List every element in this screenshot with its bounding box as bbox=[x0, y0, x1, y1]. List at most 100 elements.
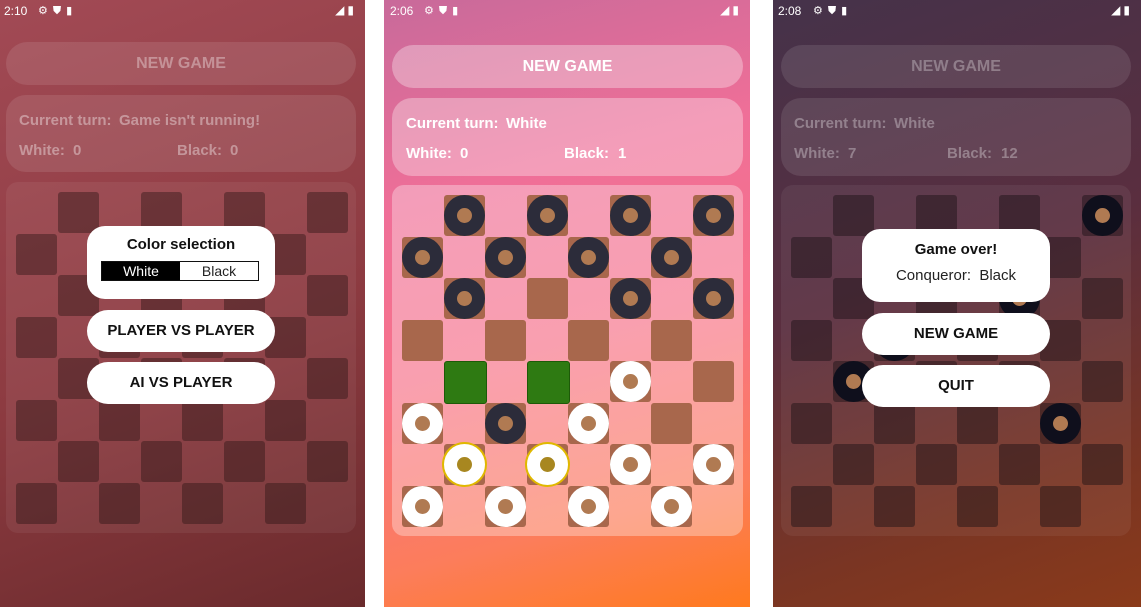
board-square[interactable] bbox=[1081, 444, 1123, 485]
new-game-button[interactable]: NEW GAME bbox=[781, 45, 1131, 88]
board-square[interactable] bbox=[182, 482, 223, 524]
board-square[interactable] bbox=[306, 275, 348, 316]
ai-vs-player-button[interactable]: AI VS PLAYER bbox=[87, 362, 275, 404]
board-square[interactable] bbox=[265, 399, 306, 441]
board-square[interactable] bbox=[1040, 485, 1081, 527]
checkers-board[interactable] bbox=[392, 185, 743, 536]
black-checker[interactable] bbox=[485, 236, 526, 278]
black-checker[interactable] bbox=[443, 278, 485, 319]
board-square[interactable] bbox=[915, 444, 957, 485]
board-square[interactable] bbox=[265, 482, 306, 524]
board-square[interactable] bbox=[306, 441, 348, 482]
status-notification-icons: ⚙⛊▮ bbox=[38, 5, 78, 17]
board-square[interactable] bbox=[16, 233, 57, 275]
board-square[interactable] bbox=[957, 485, 998, 527]
color-selection-dialog: Color selection White Black bbox=[87, 226, 275, 299]
game-info-card: Current turn: White White: 0 Black: 1 bbox=[392, 98, 743, 176]
white-checker[interactable] bbox=[651, 485, 692, 527]
white-checker[interactable] bbox=[526, 444, 568, 485]
player-vs-player-button[interactable]: PLAYER VS PLAYER bbox=[87, 310, 275, 352]
status-time: 2:08 bbox=[778, 4, 802, 18]
signal-battery-icon: ◢▮ bbox=[720, 3, 742, 17]
board-square[interactable] bbox=[223, 441, 265, 482]
board-square[interactable] bbox=[1081, 278, 1123, 319]
black-checker[interactable] bbox=[1081, 195, 1123, 236]
signal-battery-icon: ◢▮ bbox=[335, 3, 357, 17]
current-turn-value: Game isn't running! bbox=[119, 112, 261, 129]
dialog-title: Color selection bbox=[126, 236, 236, 253]
board-square[interactable] bbox=[1081, 361, 1123, 402]
black-checker[interactable] bbox=[692, 278, 734, 319]
white-checker[interactable] bbox=[692, 444, 734, 485]
white-checker[interactable] bbox=[568, 402, 609, 444]
signal-battery-icon: ◢▮ bbox=[1111, 3, 1133, 17]
white-checker[interactable] bbox=[402, 485, 443, 527]
board-square[interactable] bbox=[526, 278, 568, 319]
board-square[interactable] bbox=[651, 319, 692, 361]
black-checker[interactable] bbox=[485, 402, 526, 444]
board-square[interactable] bbox=[791, 236, 832, 278]
white-checker[interactable] bbox=[485, 485, 526, 527]
board-square[interactable] bbox=[16, 399, 57, 441]
board-square[interactable] bbox=[957, 402, 998, 444]
board-square[interactable] bbox=[874, 402, 915, 444]
black-checker[interactable] bbox=[609, 195, 651, 236]
new-game-button[interactable]: NEW GAME bbox=[392, 45, 743, 88]
board-square[interactable] bbox=[791, 319, 832, 361]
board-square[interactable] bbox=[874, 485, 915, 527]
board-square[interactable] bbox=[306, 358, 348, 399]
board-square[interactable] bbox=[526, 361, 570, 404]
black-checker[interactable] bbox=[692, 195, 734, 236]
white-checker[interactable] bbox=[609, 361, 651, 402]
white-checker[interactable] bbox=[443, 444, 485, 485]
board-square[interactable] bbox=[57, 441, 99, 482]
board-square[interactable] bbox=[99, 399, 140, 441]
black-checker[interactable] bbox=[402, 236, 443, 278]
white-checker[interactable] bbox=[609, 444, 651, 485]
color-toggle: White Black bbox=[101, 261, 259, 281]
quit-button[interactable]: QUIT bbox=[862, 365, 1050, 407]
board-square[interactable] bbox=[832, 444, 874, 485]
screen-game-over: 2:08 ⚙⛊▮ ◢▮ NEW GAME Current turn: White… bbox=[773, 0, 1141, 607]
board-square[interactable] bbox=[16, 482, 57, 524]
new-game-button[interactable]: NEW GAME bbox=[6, 42, 356, 85]
dialog-new-game-button[interactable]: NEW GAME bbox=[862, 313, 1050, 355]
board-square[interactable] bbox=[57, 192, 99, 233]
white-checker[interactable] bbox=[568, 485, 609, 527]
game-info-card: Current turn: Game isn't running! White:… bbox=[6, 95, 356, 172]
black-checker[interactable] bbox=[1040, 402, 1081, 444]
white-score-label: White: bbox=[19, 142, 65, 159]
black-score-value: 1 bbox=[618, 145, 627, 162]
status-bar: 2:10 ⚙⛊▮ ◢▮ bbox=[0, 0, 365, 24]
board-square[interactable] bbox=[140, 441, 182, 482]
status-time: 2:06 bbox=[390, 4, 414, 18]
board-square[interactable] bbox=[443, 361, 487, 404]
board-square[interactable] bbox=[791, 485, 832, 527]
board-square[interactable] bbox=[568, 319, 609, 361]
board-square[interactable] bbox=[182, 399, 223, 441]
color-option-black[interactable]: Black bbox=[180, 262, 258, 280]
black-checker[interactable] bbox=[609, 278, 651, 319]
board-square[interactable] bbox=[692, 361, 734, 402]
black-checker[interactable] bbox=[568, 236, 609, 278]
black-checker[interactable] bbox=[651, 236, 692, 278]
board-square[interactable] bbox=[791, 402, 832, 444]
board-square[interactable] bbox=[485, 319, 526, 361]
status-bar: 2:08 ⚙⛊▮ ◢▮ bbox=[773, 0, 1141, 24]
board-square[interactable] bbox=[651, 402, 692, 444]
board-square[interactable] bbox=[998, 444, 1040, 485]
color-option-white[interactable]: White bbox=[102, 262, 180, 280]
status-time: 2:10 bbox=[4, 4, 28, 18]
board-square[interactable] bbox=[16, 316, 57, 358]
white-checker[interactable] bbox=[402, 402, 443, 444]
conqueror-value: Black bbox=[979, 267, 1017, 284]
black-checker[interactable] bbox=[443, 195, 485, 236]
black-checker[interactable] bbox=[526, 195, 568, 236]
screen-color-selection: 2:10 ⚙⛊▮ ◢▮ NEW GAME Current turn: Game … bbox=[0, 0, 365, 607]
board-square[interactable] bbox=[306, 192, 348, 233]
board-square[interactable] bbox=[99, 482, 140, 524]
board-square[interactable] bbox=[402, 319, 443, 361]
white-score-value: 7 bbox=[848, 145, 857, 162]
screen-game-in-progress: 2:06 ⚙⛊▮ ◢▮ NEW GAME Current turn: White… bbox=[384, 0, 750, 607]
board-square[interactable] bbox=[832, 195, 874, 236]
